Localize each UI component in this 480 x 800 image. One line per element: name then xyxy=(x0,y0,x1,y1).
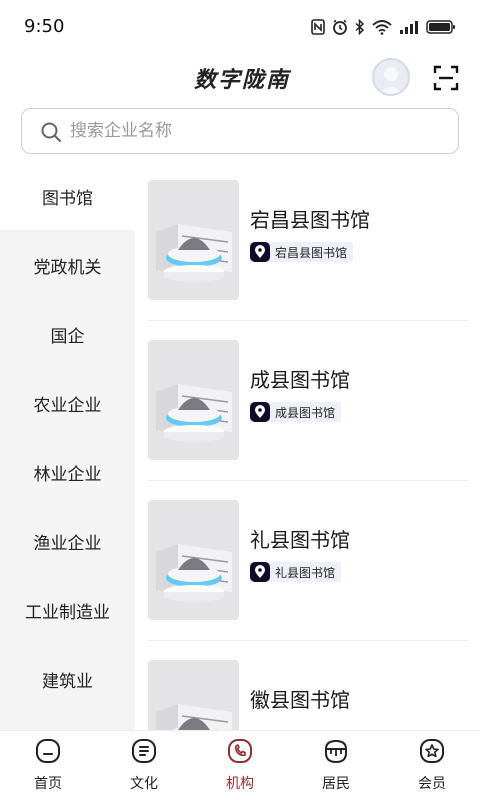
bottom-nav: 首页 文化 机构 居民 会员 xyxy=(0,730,480,800)
status-bar: 9:50 xyxy=(0,0,480,56)
sidebar-item-label: 林业企业 xyxy=(33,464,102,485)
location-tag-label: 成县图书馆 xyxy=(275,405,336,420)
library-building-image xyxy=(148,660,239,730)
nav-item-member[interactable]: 会员 xyxy=(384,731,480,800)
sidebar-item-library[interactable]: 图书馆 xyxy=(0,162,135,230)
culture-icon xyxy=(130,737,158,765)
signal-icon xyxy=(399,19,419,35)
search-icon xyxy=(40,121,62,143)
location-pin-icon xyxy=(250,402,270,422)
list-item[interactable]: 宕昌县图书馆 宕昌县图书馆 xyxy=(148,162,468,302)
sidebar-item-construction[interactable]: 建筑业 xyxy=(0,645,135,713)
battery-icon xyxy=(426,19,456,35)
category-sidebar: 图书馆 党政机关 国企 农业企业 林业企业 渔业企业 工业制造业 建筑业 xyxy=(0,162,135,730)
alarm-icon xyxy=(332,19,348,35)
location-pin-icon xyxy=(250,562,270,582)
location-tag-label: 宕昌县图书馆 xyxy=(275,245,348,260)
sidebar-item-label: 党政机关 xyxy=(33,257,102,278)
location-tag: 成县图书馆 xyxy=(250,402,342,422)
location-tag: 礼县图书馆 xyxy=(250,562,342,582)
wifi-icon xyxy=(372,19,392,35)
institution-list: 宕昌县图书馆 宕昌县图书馆 成县图书馆 成县图书馆 礼县图书馆 礼县图书馆 徽县… xyxy=(135,162,480,730)
nav-label: 机构 xyxy=(226,776,254,792)
nav-label: 居民 xyxy=(322,776,350,792)
nav-label: 文化 xyxy=(130,776,158,792)
nav-item-culture[interactable]: 文化 xyxy=(96,731,192,800)
search-bar[interactable] xyxy=(21,108,459,154)
nav-item-home[interactable]: 首页 xyxy=(0,731,96,800)
home-icon xyxy=(34,737,62,765)
sidebar-item-manufacturing[interactable]: 工业制造业 xyxy=(0,576,135,644)
library-building-image xyxy=(148,180,239,300)
divider xyxy=(148,640,468,641)
user-avatar-icon[interactable] xyxy=(372,58,410,96)
card-title: 成县图书馆 xyxy=(250,368,350,392)
sidebar-item-party-gov[interactable]: 党政机关 xyxy=(0,231,135,299)
location-tag: 宕昌县图书馆 xyxy=(250,242,354,262)
sidebar-item-forestry[interactable]: 林业企业 xyxy=(0,438,135,506)
sidebar-item-soe[interactable]: 国企 xyxy=(0,300,135,368)
bluetooth-icon xyxy=(355,19,365,35)
sidebar-item-fishery[interactable]: 渔业企业 xyxy=(0,507,135,575)
sidebar-item-label: 图书馆 xyxy=(42,188,93,209)
divider xyxy=(148,320,468,321)
member-icon xyxy=(418,737,446,765)
search-input[interactable] xyxy=(70,109,440,153)
list-item[interactable]: 礼县图书馆 礼县图书馆 xyxy=(148,482,468,622)
nav-label: 首页 xyxy=(34,776,62,792)
sidebar-item-label: 建筑业 xyxy=(42,671,93,692)
sidebar-item-label: 渔业企业 xyxy=(33,533,102,554)
card-title: 宕昌县图书馆 xyxy=(250,208,370,232)
nav-item-institution[interactable]: 机构 xyxy=(192,731,288,800)
status-time: 9:50 xyxy=(24,16,65,37)
sidebar-item-agriculture[interactable]: 农业企业 xyxy=(0,369,135,437)
location-pin-icon xyxy=(250,242,270,262)
location-tag-label: 礼县图书馆 xyxy=(275,565,336,580)
sidebar-item-label: 农业企业 xyxy=(33,395,102,416)
sidebar-item-label: 工业制造业 xyxy=(25,602,110,623)
divider xyxy=(148,480,468,481)
nav-label: 会员 xyxy=(418,776,446,792)
scan-icon[interactable] xyxy=(432,64,460,92)
library-building-image xyxy=(148,340,239,460)
card-title: 礼县图书馆 xyxy=(250,528,350,552)
residents-icon xyxy=(322,737,350,765)
nav-item-residents[interactable]: 居民 xyxy=(288,731,384,800)
app-header: 数字陇南 xyxy=(0,56,480,98)
list-item[interactable]: 成县图书馆 成县图书馆 xyxy=(148,322,468,462)
institution-icon xyxy=(226,737,254,765)
status-icons xyxy=(311,16,456,38)
sidebar-item-label: 国企 xyxy=(50,326,85,347)
card-title: 徽县图书馆 xyxy=(250,688,350,712)
library-building-image xyxy=(148,500,239,620)
nfc-icon xyxy=(311,19,325,35)
list-item[interactable]: 徽县图书馆 xyxy=(148,642,468,730)
